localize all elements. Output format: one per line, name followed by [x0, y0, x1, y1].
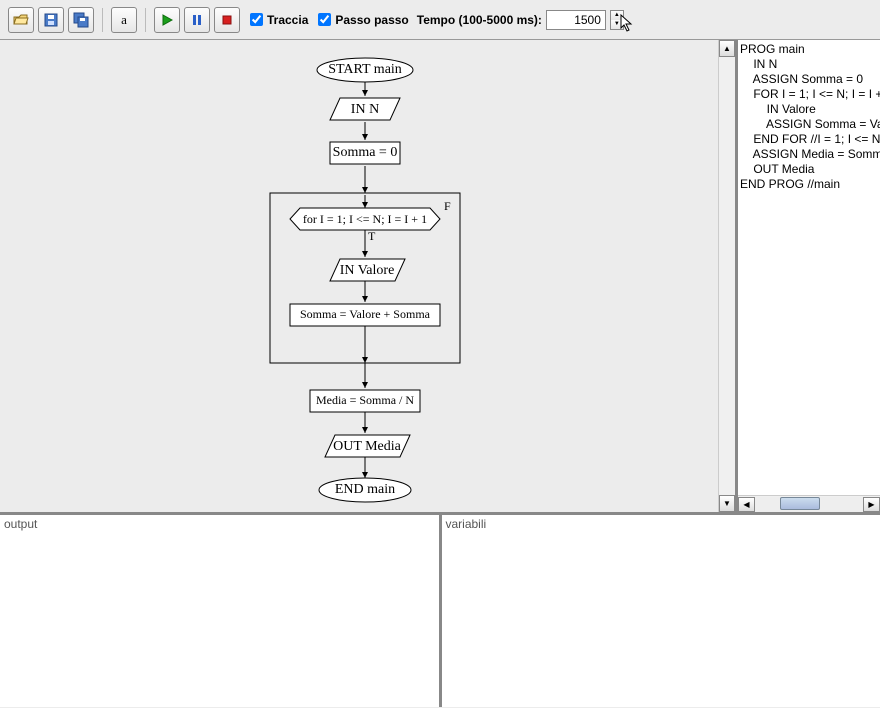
step-checkbox-wrap[interactable]: Passo passo: [318, 13, 408, 27]
run-button[interactable]: [154, 7, 180, 33]
code-body[interactable]: PROG main IN N ASSIGN Somma = 0 FOR I = …: [738, 40, 880, 194]
input-valore-label: IN Valore: [340, 263, 395, 278]
stop-button[interactable]: [214, 7, 240, 33]
toolbar: a Traccia Passo passo Tempo (100-5000 ms…: [0, 0, 880, 40]
spin-down-icon[interactable]: ▼: [611, 20, 623, 29]
pause-button[interactable]: [184, 7, 210, 33]
toolbar-separator: [145, 8, 146, 32]
scroll-track[interactable]: [755, 497, 863, 512]
variables-panel[interactable]: variabili: [442, 515, 880, 707]
code-panel: PROG main IN N ASSIGN Somma = 0 FOR I = …: [737, 40, 880, 512]
open-button[interactable]: [8, 7, 34, 33]
scroll-right-icon[interactable]: ▶: [863, 497, 880, 512]
true-branch-label: T: [368, 229, 376, 243]
output-title: output: [4, 517, 37, 531]
main-area: START main IN N Somma = 0 for I = 1; I <…: [0, 40, 880, 512]
flowchart-canvas[interactable]: START main IN N Somma = 0 for I = 1; I <…: [0, 40, 737, 512]
toolbar-separator: [102, 8, 103, 32]
trace-checkbox[interactable]: [250, 13, 263, 26]
assign-somma0-label: Somma = 0: [333, 145, 398, 160]
scroll-up-icon[interactable]: ▲: [719, 40, 735, 57]
text-mode-button[interactable]: a: [111, 7, 137, 33]
folder-open-icon: [13, 12, 29, 28]
pause-icon: [191, 14, 203, 26]
floppy-icon: [43, 12, 59, 28]
code-h-scrollbar[interactable]: ◀ ▶: [738, 495, 880, 512]
save-all-button[interactable]: [68, 7, 94, 33]
play-icon: [161, 14, 173, 26]
scroll-left-icon[interactable]: ◀: [738, 497, 755, 512]
scroll-thumb[interactable]: [780, 497, 820, 510]
step-checkbox[interactable]: [318, 13, 331, 26]
tempo-spinner[interactable]: ▲ ▼: [610, 10, 624, 30]
bottom-panels: output variabili: [0, 512, 880, 707]
stop-icon: [221, 14, 233, 26]
text-icon: a: [121, 12, 127, 28]
floppy-stack-icon: [73, 12, 89, 28]
end-label: END main: [335, 482, 395, 497]
scroll-down-icon[interactable]: ▼: [719, 495, 735, 512]
tempo-label: Tempo (100-5000 ms):: [417, 13, 542, 27]
start-label: START main: [328, 62, 402, 77]
tempo-input[interactable]: [546, 10, 606, 30]
trace-checkbox-wrap[interactable]: Traccia: [250, 13, 308, 27]
step-label: Passo passo: [335, 13, 408, 27]
canvas-v-scrollbar[interactable]: ▲ ▼: [718, 40, 735, 512]
assign-media-label: Media = Somma / N: [316, 393, 414, 407]
output-media-label: OUT Media: [333, 439, 402, 454]
false-branch-label: F: [444, 199, 451, 213]
assign-sum-label: Somma = Valore + Somma: [300, 307, 431, 321]
output-panel[interactable]: output: [0, 515, 442, 707]
for-label: for I = 1; I <= N; I = I + 1: [303, 212, 427, 226]
variables-title: variabili: [446, 517, 487, 531]
save-button[interactable]: [38, 7, 64, 33]
input-n-label: IN N: [351, 102, 379, 117]
trace-label: Traccia: [267, 13, 308, 27]
spin-up-icon[interactable]: ▲: [611, 11, 623, 20]
